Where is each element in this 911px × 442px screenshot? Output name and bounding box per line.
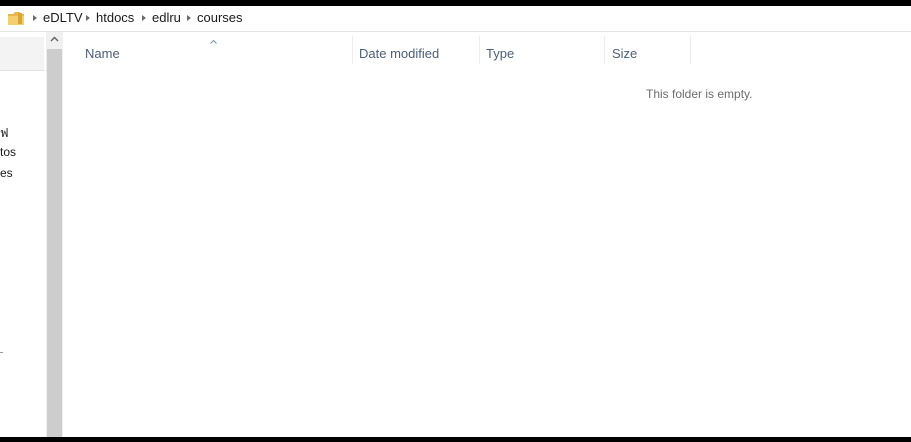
- breadcrumb-item-courses[interactable]: courses: [197, 10, 243, 25]
- column-divider[interactable]: [690, 36, 691, 64]
- file-list-pane: Name Date modified Type Size This folder…: [63, 32, 911, 437]
- chevron-right-icon: [142, 15, 146, 21]
- nav-item-1[interactable]: ฟ: [0, 124, 9, 143]
- chevron-up-icon: [50, 36, 59, 42]
- nav-item-photos[interactable]: tos: [0, 145, 16, 159]
- nav-pane-divider: [0, 352, 3, 353]
- nav-pane-header: [0, 37, 44, 71]
- breadcrumb-item-htdocs[interactable]: htdocs: [96, 10, 134, 25]
- chevron-right-icon: [187, 15, 191, 21]
- address-bar[interactable]: eDLTV htdocs edlru courses: [0, 6, 911, 32]
- column-divider[interactable]: [604, 36, 605, 64]
- navigation-pane: ฟ tos es: [0, 32, 46, 437]
- folder-icon: [8, 12, 24, 25]
- chevron-right-icon: [33, 15, 37, 21]
- column-header-date-modified[interactable]: Date modified: [359, 46, 439, 61]
- scroll-up-button[interactable]: [46, 32, 63, 49]
- chevron-right-icon: [86, 15, 90, 21]
- column-divider[interactable]: [479, 36, 480, 64]
- nav-scrollbar[interactable]: [46, 32, 63, 437]
- sort-ascending-icon: [210, 40, 217, 44]
- column-divider[interactable]: [352, 36, 353, 64]
- column-header-type[interactable]: Type: [486, 46, 514, 61]
- scrollbar-thumb[interactable]: [47, 49, 62, 437]
- empty-folder-message: This folder is empty.: [646, 87, 753, 101]
- explorer-window: eDLTV htdocs edlru courses ฟ tos es Name…: [0, 6, 911, 437]
- breadcrumb-item-edltv[interactable]: eDLTV: [43, 10, 83, 25]
- column-header-name[interactable]: Name: [85, 46, 120, 61]
- nav-item-3[interactable]: es: [0, 166, 13, 180]
- column-header-size[interactable]: Size: [612, 46, 637, 61]
- breadcrumb-item-edlru[interactable]: edlru: [152, 10, 181, 25]
